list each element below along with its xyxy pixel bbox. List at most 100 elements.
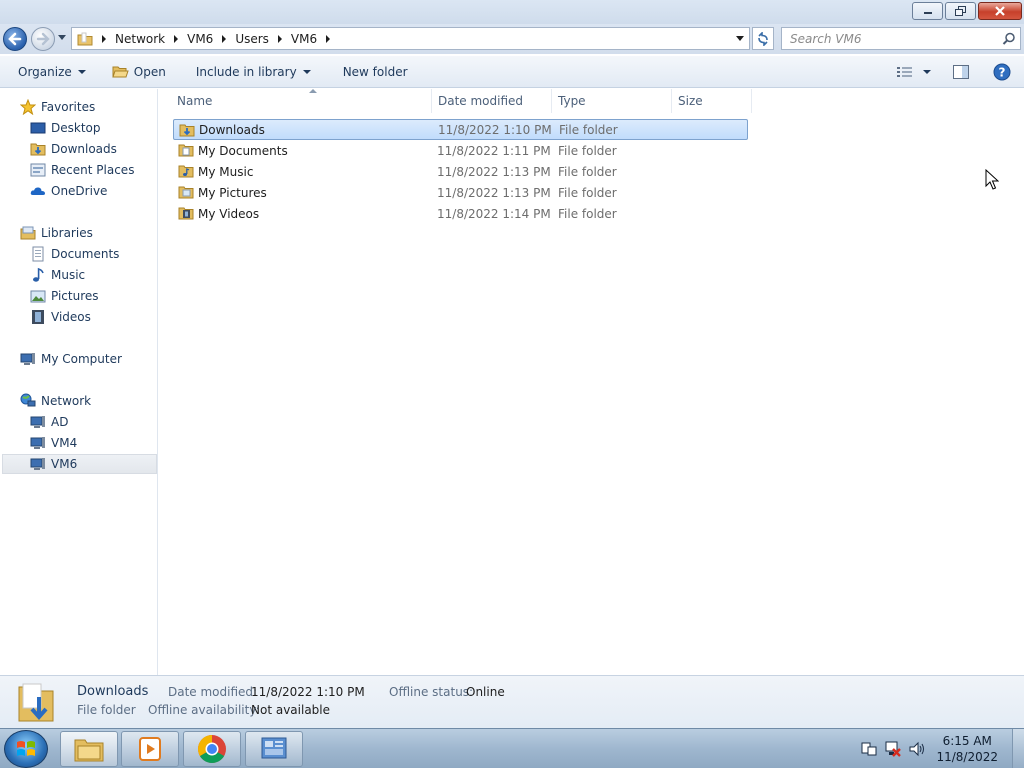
system-clock[interactable]: 6:15 AM 11/8/2022: [936, 733, 998, 765]
open-button[interactable]: Open: [107, 61, 171, 83]
file-name: My Pictures: [198, 185, 267, 200]
command-bar: Organize Open Include in library New fol…: [0, 56, 1024, 88]
nav-videos[interactable]: Videos: [30, 307, 91, 327]
nav-label: Libraries: [41, 226, 93, 240]
close-button[interactable]: [978, 2, 1022, 20]
file-type: File folder: [559, 122, 618, 137]
nav-desktop[interactable]: Desktop: [30, 118, 101, 138]
nav-label: Videos: [51, 310, 91, 324]
search-input[interactable]: [790, 29, 995, 49]
column-label: Date modified: [438, 94, 524, 108]
recent-pages-dropdown[interactable]: [58, 35, 66, 40]
change-view-button[interactable]: [892, 61, 918, 83]
breadcrumb-vm6[interactable]: VM6: [187, 32, 235, 46]
file-row-my-videos[interactable]: My Videos 11/8/2022 1:14 PM File folder: [173, 203, 748, 224]
nav-label: Pictures: [51, 289, 99, 303]
file-type: File folder: [558, 164, 617, 179]
restore-button[interactable]: [945, 2, 976, 20]
breadcrumb-users[interactable]: Users: [235, 32, 291, 46]
nav-onedrive[interactable]: OneDrive: [30, 181, 107, 201]
back-button[interactable]: [3, 27, 27, 51]
nav-network-ad[interactable]: AD: [30, 412, 68, 432]
open-folder-icon: [112, 66, 129, 78]
nav-network[interactable]: Network: [20, 391, 91, 411]
file-row-my-documents[interactable]: My Documents 11/8/2022 1:11 PM File fold…: [173, 140, 748, 161]
details-date-modified-label: Date modified:: [168, 685, 258, 699]
nav-recent-places[interactable]: Recent Places: [30, 160, 134, 180]
include-in-library-menu[interactable]: Include in library: [191, 61, 316, 83]
column-label: Type: [558, 94, 586, 108]
control-panel-icon: [261, 737, 287, 759]
search-box[interactable]: [781, 27, 1021, 50]
preview-pane-button[interactable]: [948, 61, 974, 83]
windows-logo-icon: [17, 741, 35, 756]
forward-button[interactable]: [31, 27, 55, 51]
address-row: Network VM6 Users VM6: [0, 24, 1024, 54]
file-row-my-music[interactable]: My Music 11/8/2022 1:13 PM File folder: [173, 161, 748, 182]
nav-downloads[interactable]: Downloads: [30, 139, 117, 159]
file-date: 11/8/2022 1:13 PM: [437, 185, 551, 200]
taskbar-media-player[interactable]: [121, 731, 179, 767]
view-details-icon: [897, 67, 912, 77]
column-header-size[interactable]: Size: [672, 89, 752, 113]
refresh-button[interactable]: [752, 27, 774, 50]
nav-favorites[interactable]: Favorites: [20, 97, 95, 117]
network-disconnected-icon[interactable]: [884, 740, 902, 758]
nav-network-vm4[interactable]: VM4: [30, 433, 77, 453]
details-offline-availability-label: Offline availability:: [148, 703, 260, 717]
file-explorer-icon: [74, 739, 104, 762]
show-desktop-button[interactable]: [1012, 729, 1024, 768]
file-row-downloads[interactable]: Downloads 11/8/2022 1:10 PM File folder: [173, 119, 748, 140]
file-name: Downloads: [199, 122, 265, 137]
include-in-library-label: Include in library: [195, 64, 297, 79]
taskbar-chrome[interactable]: [183, 731, 241, 767]
column-header-date-modified[interactable]: Date modified: [432, 89, 552, 113]
details-kind: File folder: [77, 703, 136, 717]
file-row-my-pictures[interactable]: My Pictures 11/8/2022 1:13 PM File folde…: [173, 182, 748, 203]
nav-my-computer[interactable]: My Computer: [20, 349, 122, 369]
back-arrow-icon: [8, 32, 22, 46]
chevron-down-icon: [77, 69, 86, 74]
volume-icon[interactable]: [908, 740, 926, 758]
mouse-pointer-icon: [985, 169, 999, 190]
recent-places-icon: [30, 163, 46, 177]
minimize-button[interactable]: [912, 2, 943, 20]
help-button[interactable]: ?: [988, 61, 1016, 83]
breadcrumb-root-separator[interactable]: [93, 34, 115, 43]
breadcrumb-vm6-user[interactable]: VM6: [291, 32, 339, 46]
details-offline-status-value: Online: [466, 685, 505, 699]
address-bar[interactable]: Network VM6 Users VM6: [71, 27, 750, 50]
breadcrumb-network[interactable]: Network: [115, 32, 187, 46]
search-icon[interactable]: [1002, 32, 1016, 46]
taskbar-control-panel[interactable]: [245, 731, 303, 767]
file-type: File folder: [558, 206, 617, 221]
column-label: Name: [177, 94, 213, 108]
nav-music[interactable]: Music: [30, 265, 85, 285]
address-history-dropdown[interactable]: [736, 36, 744, 41]
nav-label: OneDrive: [51, 184, 108, 198]
nav-documents[interactable]: Documents: [30, 244, 119, 264]
new-folder-label: New folder: [342, 64, 408, 79]
folder-icon: [77, 32, 93, 45]
file-date: 11/8/2022 1:11 PM: [437, 143, 551, 158]
nav-label: VM6: [51, 457, 78, 471]
action-center-icon[interactable]: [860, 740, 878, 758]
nav-network-vm6[interactable]: VM6: [2, 454, 157, 474]
nav-label: Documents: [51, 247, 120, 261]
view-options-dropdown[interactable]: [920, 61, 934, 83]
network-computer-icon: [30, 458, 45, 470]
taskbar-windows-explorer[interactable]: [60, 731, 118, 767]
network-globe-icon: [20, 393, 36, 407]
preview-pane-icon: [953, 65, 969, 79]
computer-icon: [20, 353, 35, 365]
nav-pictures[interactable]: Pictures: [30, 286, 99, 306]
column-header-name[interactable]: Name: [171, 89, 432, 113]
new-folder-button[interactable]: New folder: [338, 61, 413, 83]
downloads-folder-icon: [30, 143, 46, 156]
file-name: My Music: [198, 164, 254, 179]
file-name: My Documents: [198, 143, 288, 158]
nav-libraries[interactable]: Libraries: [20, 223, 93, 243]
start-button[interactable]: [4, 730, 48, 768]
column-header-type[interactable]: Type: [552, 89, 672, 113]
organize-menu[interactable]: Organize: [13, 61, 91, 83]
